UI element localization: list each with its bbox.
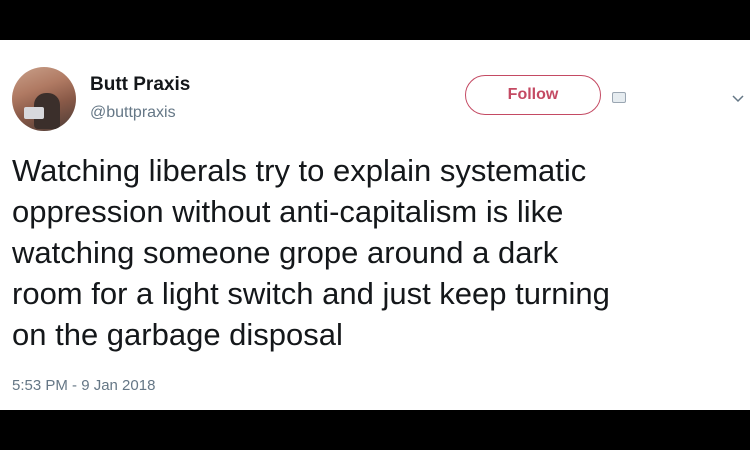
- user-handle[interactable]: @buttpraxis: [90, 104, 176, 122]
- tweet-line: room for a light switch and just keep tu…: [12, 276, 610, 311]
- chevron-down-icon[interactable]: [732, 92, 744, 104]
- tweet-line: on the garbage disposal: [12, 317, 343, 352]
- tweet-line: Watching liberals try to explain systema…: [12, 153, 587, 188]
- add-user-icon: [612, 92, 626, 103]
- tweet-line: watching someone grope around a dark: [12, 235, 559, 270]
- follow-button[interactable]: Follow: [465, 75, 601, 115]
- tweet-line: oppression without anti-capitalism is li…: [12, 194, 564, 229]
- tweet-text: Watching liberals try to explain systema…: [12, 150, 742, 355]
- screenshot-frame: Butt Praxis @buttpraxis Follow Watching …: [0, 0, 750, 450]
- follow-button-label: Follow: [507, 86, 559, 103]
- user-display-name[interactable]: Butt Praxis: [90, 74, 190, 96]
- avatar-laptop: [24, 107, 44, 119]
- tweet-timestamp[interactable]: 5:53 PM - 9 Jan 2018: [12, 377, 155, 394]
- avatar[interactable]: [12, 67, 76, 131]
- tweet-card: Butt Praxis @buttpraxis Follow Watching …: [0, 40, 750, 410]
